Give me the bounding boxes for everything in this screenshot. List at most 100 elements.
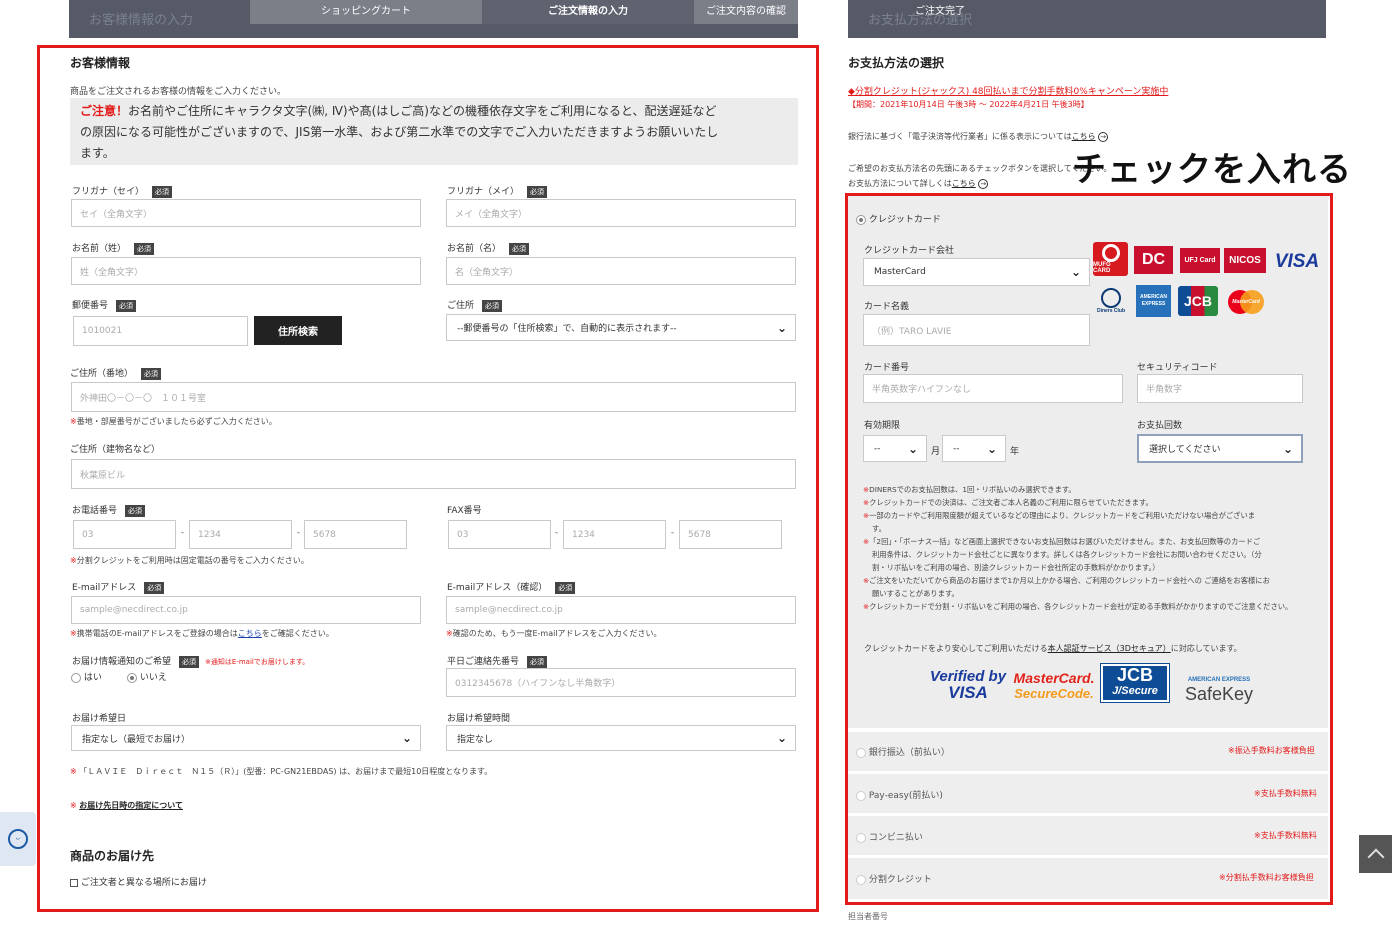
day-tel-input[interactable]: 0312345678（ハイフンなし半角数字）	[446, 668, 796, 697]
credit-note: ※ご注文をいただいてから商品のお届けまで1か月以上かかる場合、ご利用のクレジット…	[863, 576, 1270, 585]
tel-label: お電話番号 必須	[72, 503, 146, 517]
chevron-down-icon: ⌄	[401, 731, 412, 745]
fax-input-3[interactable]: 5678	[679, 520, 782, 549]
checkbox-icon[interactable]	[70, 878, 78, 887]
radio-icon[interactable]	[127, 672, 137, 683]
address-label: ご住所 必須	[447, 298, 503, 312]
smiley-icon: ᵕ	[8, 829, 28, 849]
email-confirm-label: E-mailアドレス（確認） 必須	[447, 580, 576, 594]
ship-title: 商品のお届け先	[70, 849, 155, 863]
diners-logo: Diners Club	[1094, 285, 1128, 317]
card-name-input[interactable]: （例）TARO LAVIE	[863, 314, 1090, 346]
card-company-select[interactable]: MasterCard ⌄	[863, 258, 1090, 286]
dash: -	[555, 528, 558, 537]
date-label: お届け希望日	[72, 714, 127, 724]
banchi-note: ※番地・部屋番号がございましたら必ずご入力ください。	[70, 417, 277, 426]
expiry-year-select[interactable]: -- ⌄	[942, 435, 1006, 462]
jcb-jsecure-logo: JCB J/Secure	[1100, 663, 1170, 703]
payeasy-option[interactable]: Pay-easy(前払い)	[856, 788, 943, 801]
security-label: セキュリティコード	[1137, 363, 1218, 373]
mastercard-securecode-logo: MasterCard. SecureCode.	[1013, 670, 1095, 702]
required-badge: 必須	[509, 242, 530, 255]
secure-link[interactable]: 本人認証サービス（3Dセキュア）	[1048, 644, 1171, 653]
radio-icon[interactable]	[856, 874, 866, 885]
credit-note: 願いすることがあります。	[872, 589, 959, 598]
year-unit: 年	[1010, 447, 1020, 457]
delivery-note: ※ お届け先日時の指定について	[70, 801, 184, 810]
law-link[interactable]: こちら	[1072, 132, 1096, 141]
kana-mei-label: フリガナ（メイ） 必須	[447, 184, 548, 198]
fax-label: FAX番号	[447, 506, 482, 516]
installment-option[interactable]: 分割クレジット	[856, 872, 932, 885]
time-label: お届け希望時間	[447, 714, 511, 724]
radio-icon[interactable]	[71, 672, 81, 683]
notify-no[interactable]: いいえ	[127, 670, 167, 683]
radio-icon[interactable]	[856, 214, 866, 225]
radio-icon[interactable]	[856, 790, 866, 801]
tel-note: ※分割クレジットをご利用時は固定電話の番号をご入力ください。	[70, 556, 309, 565]
scroll-top-button[interactable]	[1359, 835, 1392, 873]
month-unit: 月	[931, 447, 941, 457]
warning-text-1: お名前やご住所にキャラクタ文字(㈱, Ⅳ)や髙(はしご高)などの機種依存文字をご…	[128, 104, 717, 118]
campaign-period: 【期間：2021年10月14日 午後3時 ～ 2022年4月21日 午後3時】	[848, 100, 1089, 109]
choose-link[interactable]: こちら	[952, 179, 976, 188]
fax-input-1[interactable]: 03	[448, 520, 551, 549]
email-confirm-input[interactable]: sample@necdirect.co.jp	[446, 596, 796, 624]
bank-option[interactable]: 銀行振込（前払い）	[856, 745, 950, 758]
ship-diff-check[interactable]: ご注文者と異なる場所にお届け	[70, 875, 207, 888]
mei-input[interactable]: 名（全角文字）	[446, 257, 796, 285]
callout-text: チェックを入れる	[1072, 150, 1352, 190]
card-number-input[interactable]: 半角英数字ハイフンなし	[863, 374, 1123, 403]
credit-option[interactable]: クレジットカード	[856, 212, 941, 225]
address-select[interactable]: --郵便番号の「住所検索」で、自動的に表示されます-- ⌄	[446, 314, 796, 341]
zip-input[interactable]: 1010021	[73, 316, 248, 346]
card-number-label: カード番号	[864, 363, 910, 373]
email-label: E-mailアドレス 必須	[72, 580, 165, 594]
kana-sei-input[interactable]: セイ（全角文字）	[71, 199, 421, 227]
step-input: ご注文情報の入力	[482, 0, 694, 24]
chevron-down-icon: ⌄	[1282, 441, 1293, 456]
card-company-label: クレジットカード会社	[864, 246, 955, 256]
delivery-link[interactable]: お届け先日時の指定について	[79, 801, 183, 810]
conveni-option[interactable]: コンビニ払い	[856, 830, 923, 843]
banchi-input[interactable]: 外神田〇－〇－〇 １０１号室	[71, 382, 796, 412]
date-select[interactable]: 指定なし（最短でお届け） ⌄	[71, 725, 421, 751]
radio-icon[interactable]	[856, 832, 866, 843]
tel-input-3[interactable]: 5678	[304, 520, 407, 549]
address-search-button[interactable]: 住所検索	[254, 316, 342, 345]
radio-icon[interactable]	[856, 747, 866, 758]
conveni-fee: ※支払手数料無料	[1254, 831, 1317, 840]
step-complete: ご注文完了	[915, 6, 965, 17]
campaign-text[interactable]: ◆分割クレジット(ジャックス) 48回払いまで分割手数料0%キャンペーン実施中	[848, 84, 1168, 97]
credit-note: ※クレジットカードで分割・リボ払いをご利用の場合、各クレジットカード会社が定める…	[863, 602, 1293, 611]
notify-yes[interactable]: はい	[71, 670, 102, 683]
required-badge: 必須	[482, 299, 503, 312]
day-tel-label: 平日ご連絡先番号 必須	[447, 654, 548, 668]
email-input[interactable]: sample@necdirect.co.jp	[71, 596, 421, 624]
installments-select[interactable]: 選択してください ⌄	[1137, 434, 1303, 463]
tel-input-1[interactable]: 03	[73, 520, 176, 549]
email-note-link[interactable]: こちら	[238, 629, 262, 638]
expiry-month-select[interactable]: -- ⌄	[863, 435, 927, 462]
ufj-card-logo: UFJ Card	[1180, 248, 1220, 273]
zip-label: 郵便番号 必須	[72, 298, 137, 312]
required-badge: 必須	[125, 504, 146, 517]
sei-input[interactable]: 姓（全角文字）	[71, 257, 421, 285]
arrow-circle-icon: →	[1098, 132, 1109, 142]
required-badge: 必須	[141, 367, 162, 380]
kana-mei-input[interactable]: メイ（全角文字）	[446, 199, 796, 227]
mastercard-logo: MasterCard	[1224, 288, 1268, 316]
mufg-card-logo: MUFG CARD	[1093, 242, 1128, 276]
warning-label: ご注意！	[80, 104, 129, 118]
warning-text-3: ます。	[80, 146, 115, 160]
time-select[interactable]: 指定なし ⌄	[446, 725, 796, 751]
feedback-tab[interactable]: ᵕ	[0, 812, 36, 866]
tel-input-2[interactable]: 1234	[189, 520, 292, 549]
checkout-steps: ショッピングカート ご注文情報の入力 ご注文内容の確認	[250, 0, 798, 24]
building-input[interactable]: 秋葉原ビル	[71, 459, 796, 489]
fax-input-2[interactable]: 1234	[563, 520, 666, 549]
bank-fee: ※振込手数料お客様負担	[1228, 746, 1315, 755]
credit-note: ※一部のカードやご利用限度額が超えているなどの理由により、クレジットカードをご利…	[863, 511, 1256, 520]
credit-notes: ※DINERSでのお支払回数は、1回・リボ払いのみ選択できます。 ※クレジットカ…	[863, 483, 1325, 613]
security-input[interactable]: 半角数字	[1137, 374, 1303, 403]
